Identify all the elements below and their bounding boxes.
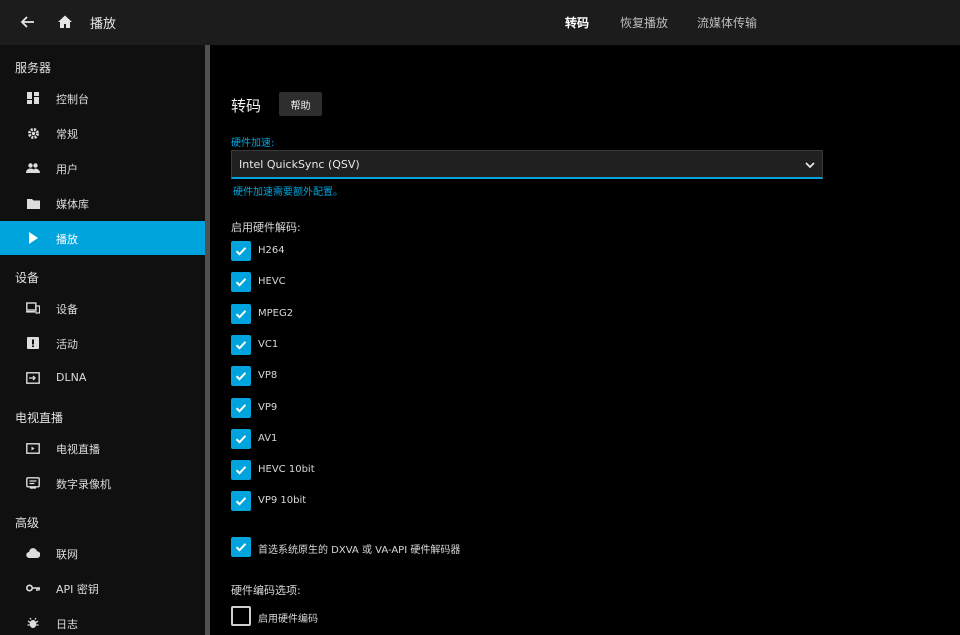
sidebar-item-dlna[interactable]: DLNA xyxy=(0,361,205,395)
checkbox-label: HEVC 10bit xyxy=(258,464,315,476)
sidebar: 服务器 控制台 常规 用户 媒体库 播放 设备 设备 活动 DLNA 电视直播 … xyxy=(0,45,205,635)
sidebar-section-advanced: 高级 xyxy=(15,516,40,530)
checkbox-checked-icon xyxy=(231,491,251,512)
hw-decoding-label: 启用硬件解码: xyxy=(231,221,301,234)
tab-transcoding[interactable]: 转码 xyxy=(565,14,589,31)
checkbox-checked-icon xyxy=(231,334,251,355)
home-button[interactable] xyxy=(51,8,79,36)
sidebar-item-activity[interactable]: 活动 xyxy=(0,326,205,360)
section-title: 转码 xyxy=(231,97,262,115)
checkbox-checked-icon xyxy=(231,272,251,293)
checkbox-checked-icon xyxy=(231,397,251,418)
hw-accel-value: Intel QuickSync (QSV) xyxy=(239,158,360,171)
sidebar-item-label: 用户 xyxy=(56,163,78,176)
checkbox-label: VC1 xyxy=(258,338,279,350)
tab-resume[interactable]: 恢复播放 xyxy=(620,14,668,31)
checkbox-checked-icon xyxy=(231,241,251,261)
sidebar-item-label: 控制台 xyxy=(56,93,89,106)
sidebar-item-label: 媒体库 xyxy=(56,198,89,211)
back-button[interactable] xyxy=(14,8,42,36)
checkbox-label: H264 xyxy=(258,245,285,256)
chevron-down-icon xyxy=(805,162,815,169)
checkbox-checked-icon xyxy=(231,460,251,481)
sidebar-item-dvr[interactable]: 数字录像机 xyxy=(0,466,205,500)
sidebar-item-playback[interactable]: 播放 xyxy=(0,221,205,255)
sidebar-section-devices: 设备 xyxy=(15,271,40,285)
hw-accel-hint: 硬件加速需要额外配置。 xyxy=(233,187,343,198)
sidebar-item-devices[interactable]: 设备 xyxy=(0,291,205,325)
sidebar-item-livetv[interactable]: 电视直播 xyxy=(0,431,205,465)
sidebar-item-label: API 密钥 xyxy=(56,583,99,596)
sidebar-item-label: 联网 xyxy=(56,548,78,561)
sidebar-section-server: 服务器 xyxy=(15,61,52,75)
cloud-icon xyxy=(26,546,40,560)
key-icon xyxy=(26,581,40,595)
checkbox-label: AV1 xyxy=(258,432,278,444)
sidebar-item-label: 数字录像机 xyxy=(56,478,111,491)
app-header: 播放 转码 恢复播放 流媒体传输 xyxy=(0,0,960,45)
tab-streaming[interactable]: 流媒体传输 xyxy=(697,14,757,31)
checkbox-label: 启用硬件编码 xyxy=(258,614,318,625)
arrow-left-icon xyxy=(20,16,34,28)
gear-icon xyxy=(26,126,40,140)
dashboard-icon xyxy=(26,91,40,105)
page-title: 播放 xyxy=(90,17,117,32)
sidebar-item-apikeys[interactable]: API 密钥 xyxy=(0,571,205,605)
checkbox-label: 首选系统原生的 DXVA 或 VA-API 硬件解码器 xyxy=(258,545,461,556)
sidebar-item-libraries[interactable]: 媒体库 xyxy=(0,186,205,220)
play-icon xyxy=(26,231,40,245)
sidebar-item-users[interactable]: 用户 xyxy=(0,151,205,185)
sidebar-section-livetv: 电视直播 xyxy=(15,411,64,425)
help-button[interactable]: 帮助 xyxy=(279,92,322,116)
checkbox-checked-icon xyxy=(231,537,251,557)
bug-icon xyxy=(26,616,40,630)
checkbox-label: HEVC xyxy=(258,276,286,288)
sidebar-item-label: 常规 xyxy=(56,128,78,141)
checkbox-label: MPEG2 xyxy=(258,307,294,319)
sidebar-item-label: DLNA xyxy=(56,371,87,384)
sidebar-item-networking[interactable]: 联网 xyxy=(0,536,205,570)
hw-encoding-label: 硬件编码选项: xyxy=(231,584,301,597)
sidebar-item-general[interactable]: 常规 xyxy=(0,116,205,150)
users-icon xyxy=(26,161,40,175)
sidebar-item-logs[interactable]: 日志 xyxy=(0,606,205,635)
activity-icon xyxy=(26,336,40,350)
home-icon xyxy=(58,15,72,28)
checkbox-unchecked-icon xyxy=(231,606,251,626)
devices-icon xyxy=(26,301,40,315)
tv-icon xyxy=(26,441,40,455)
checkbox-label: VP9 xyxy=(258,401,278,413)
checkbox-checked-icon xyxy=(231,303,251,324)
dvr-icon xyxy=(26,476,40,490)
dlna-icon xyxy=(26,371,40,385)
sidebar-item-label: 电视直播 xyxy=(56,443,100,456)
main-content: 转码 帮助 硬件加速: Intel QuickSync (QSV) 硬件加速需要… xyxy=(210,45,960,635)
sidebar-item-label: 活动 xyxy=(56,338,78,351)
hw-accel-label: 硬件加速: xyxy=(231,138,275,149)
checkbox-label: VP8 xyxy=(258,370,278,382)
checkbox-checked-icon xyxy=(231,428,251,449)
checkbox-checked-icon xyxy=(231,366,251,387)
folder-icon xyxy=(26,196,40,210)
sidebar-item-label: 日志 xyxy=(56,618,78,631)
sidebar-item-dashboard[interactable]: 控制台 xyxy=(0,81,205,115)
sidebar-item-label: 播放 xyxy=(56,233,78,246)
hw-accel-select[interactable]: Intel QuickSync (QSV) xyxy=(231,150,823,179)
sidebar-item-label: 设备 xyxy=(56,303,78,316)
checkbox-label: VP9 10bit xyxy=(258,495,307,507)
